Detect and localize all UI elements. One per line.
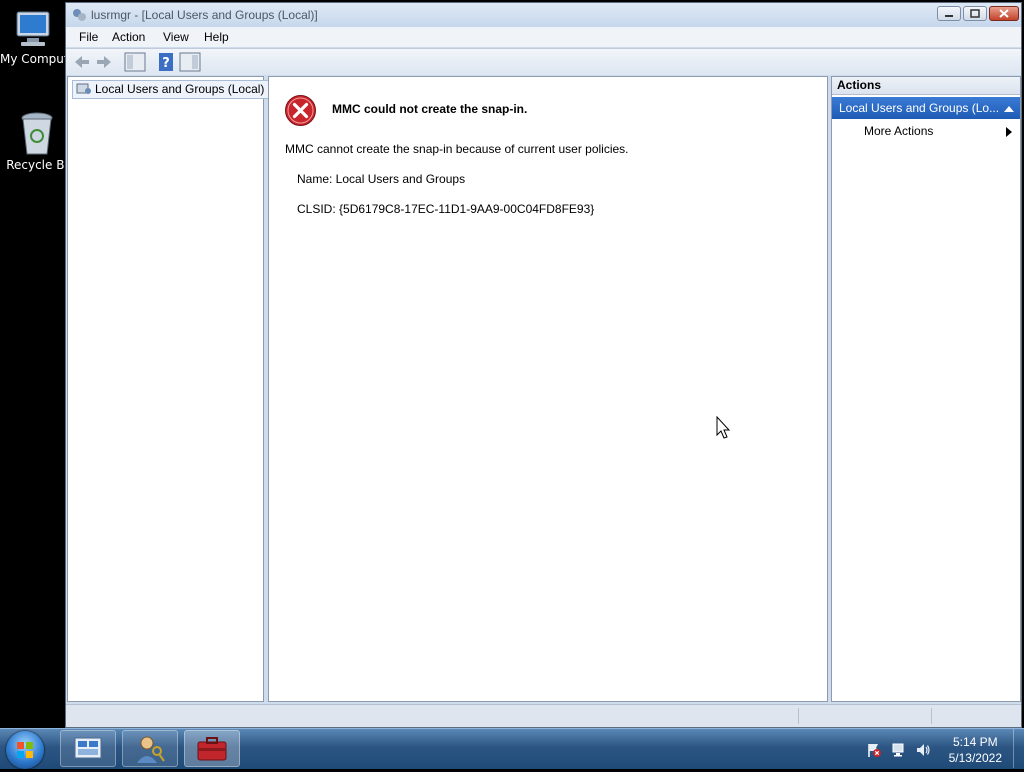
mmc-window: lusrmgr - [Local Users and Groups (Local…	[65, 2, 1022, 728]
mmc-app-icon	[73, 9, 86, 21]
taskbar-clock[interactable]: 5:14 PM 5/13/2022	[949, 734, 1002, 766]
error-title: MMC could not create the snap-in.	[332, 102, 528, 116]
actions-group-local-users-and-groups[interactable]: Local Users and Groups (Lo...	[832, 97, 1020, 119]
users-groups-icon	[76, 83, 91, 94]
help-icon[interactable]: ?	[156, 52, 176, 72]
server-manager-icon	[74, 737, 102, 759]
collapse-up-icon[interactable]	[1004, 105, 1014, 112]
taskbar-mmc[interactable]	[184, 730, 240, 767]
maximize-button[interactable]	[963, 6, 987, 21]
show-hide-action-pane-icon[interactable]	[179, 52, 201, 72]
snapin-name: Name: Local Users and Groups	[297, 172, 466, 186]
snapin-clsid: CLSID: {5D6179C8-17EC-11D1-9AA9-00C04FD8…	[297, 202, 595, 216]
desktop-icon-my-computer[interactable]: My Comput	[0, 8, 69, 66]
volume-icon[interactable]	[915, 742, 931, 758]
recycle-bin-icon	[21, 112, 53, 155]
actions-header: Actions	[832, 77, 1020, 95]
taskbar: 5:14 PM 5/13/2022	[0, 728, 1024, 769]
menu-file[interactable]: File	[79, 30, 98, 44]
taskbar-user-accounts[interactable]	[122, 730, 178, 767]
console-tree-pane: Local Users and Groups (Local)	[67, 76, 270, 702]
toolbox-icon	[197, 737, 227, 761]
more-actions-item[interactable]: More Actions	[864, 124, 933, 138]
error-icon	[285, 95, 316, 126]
desktop-icon-label: Recycle Bi	[6, 158, 68, 172]
close-button[interactable]	[989, 6, 1019, 21]
minimize-icon	[945, 15, 953, 17]
back-arrow-icon[interactable]	[72, 52, 92, 72]
svg-text:?: ?	[162, 56, 170, 71]
menu-bar: File Action View Help	[66, 27, 1021, 47]
title-bar[interactable]: lusrmgr - [Local Users and Groups (Local…	[66, 3, 1021, 27]
computer-icon	[16, 11, 50, 46]
tree-item-label: Local Users and Groups (Local)	[95, 82, 265, 96]
result-pane: MMC could not create the snap-in. MMC ca…	[268, 76, 828, 702]
toolbar: ?	[66, 48, 1021, 75]
desktop-icon-label: My Comput	[0, 52, 69, 66]
submenu-arrow-icon[interactable]	[1006, 127, 1012, 137]
start-button[interactable]	[6, 731, 44, 769]
menu-action[interactable]: Action	[112, 30, 145, 44]
menu-view[interactable]: View	[163, 30, 189, 44]
network-icon[interactable]	[891, 742, 907, 758]
window-title: lusrmgr - [Local Users and Groups (Local…	[91, 8, 318, 22]
minimize-button[interactable]	[937, 6, 961, 21]
restore-icon	[970, 9, 980, 18]
windows-logo-icon	[17, 742, 33, 758]
actions-group-label: Local Users and Groups (Lo...	[839, 101, 1000, 115]
show-hide-console-tree-icon[interactable]	[124, 52, 146, 72]
more-actions-label: More Actions	[864, 124, 934, 138]
menu-help[interactable]: Help	[204, 30, 229, 44]
clock-time: 5:14 PM	[952, 735, 998, 749]
taskbar-server-manager[interactable]	[60, 730, 116, 767]
desktop-icon-recycle-bin[interactable]: Recycle Bi	[4, 110, 70, 172]
forward-arrow-icon[interactable]	[94, 52, 114, 72]
action-center-flag-icon[interactable]	[866, 742, 882, 758]
tree-item-local-users-and-groups[interactable]: Local Users and Groups (Local)	[72, 80, 270, 99]
clock-date: 5/13/2022	[948, 751, 1002, 765]
status-bar	[66, 704, 1021, 727]
error-message: MMC cannot create the snap-in because of…	[285, 142, 629, 156]
close-icon	[999, 9, 1009, 18]
actions-pane: Actions Local Users and Groups (Lo... Mo…	[831, 76, 1021, 702]
show-desktop-button[interactable]	[1013, 729, 1024, 768]
users-keys-icon	[137, 736, 165, 763]
mouse-cursor-icon	[716, 416, 731, 439]
